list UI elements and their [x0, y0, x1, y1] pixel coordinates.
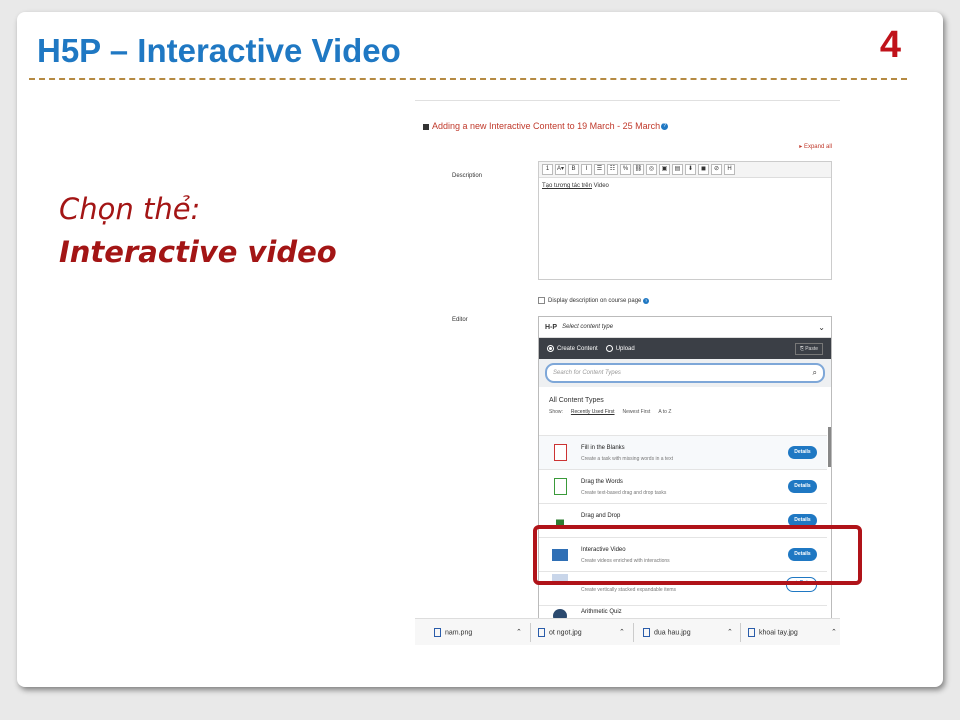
expand-all-label: Expand all	[803, 144, 832, 150]
checkbox-icon[interactable]	[538, 297, 545, 304]
h5p-hub: H-P Select content type ⌄ Create Content…	[538, 316, 832, 645]
form-heading-text: Adding a new Interactive Content to 19 M…	[432, 121, 661, 131]
chevron-up-icon[interactable]: ⌃	[831, 628, 837, 636]
toolbar-button[interactable]: %	[620, 164, 631, 175]
sort-recent[interactable]: Recently Used First	[571, 409, 615, 415]
fill-blanks-icon	[554, 444, 567, 461]
download-name: ot ngot.jpg	[549, 629, 582, 637]
editor-label: Editor	[452, 317, 468, 323]
item-desc: Create text-based drag and drop tasks	[581, 490, 667, 496]
expand-all-link[interactable]: ▸ Expand all	[799, 143, 832, 150]
toolbar-button[interactable]: H	[724, 164, 735, 175]
chevron-up-icon[interactable]: ⌃	[619, 628, 625, 636]
toolbar-button[interactable]: ◎	[646, 164, 657, 175]
toolbar-button[interactable]: ▤	[672, 164, 683, 175]
help-icon[interactable]: ?	[643, 298, 650, 305]
toolbar-button[interactable]: ▣	[659, 164, 670, 175]
paste-button[interactable]: ⎘ Paste	[794, 342, 823, 355]
description-editor[interactable]: 1 A▾ B I ☰ ☷% ⛓ ◎ ▣ ▤ ⬇ ◼ ⊘ H Tạo tương tác trên Vide…	[538, 161, 832, 280]
download-name: nam.png	[445, 629, 473, 637]
toolbar-button[interactable]: 1	[542, 164, 553, 175]
toolbar-button[interactable]: ⬇	[685, 164, 696, 175]
content-type-item[interactable]: Fill in the Blanks Create a task with mi…	[539, 435, 827, 470]
sort-az[interactable]: A to Z	[658, 409, 671, 415]
download-bar: nam.png ⌃ ot ngot.jpg ⌃ dua hau.jpg ⌃ kh…	[415, 618, 840, 645]
instruction-line-2: Interactive video	[59, 235, 337, 269]
hub-tabs: Create Content Upload ⎘ Paste	[539, 338, 831, 359]
sort-options: Show: Recently Used First Newest First A…	[539, 404, 831, 425]
toolbar-button[interactable]: ☰	[594, 164, 605, 175]
description-text-underlined: Tạo tương tác trên	[542, 183, 592, 189]
drag-words-icon	[554, 478, 567, 495]
chevron-up-icon[interactable]: ⌃	[727, 628, 733, 636]
chevron-down-icon[interactable]: ⌄	[818, 323, 825, 332]
file-icon	[434, 628, 441, 637]
search-placeholder: Search for Content Types	[553, 370, 621, 376]
toolbar-button[interactable]: I	[581, 164, 592, 175]
content-type-selector[interactable]: H-P Select content type ⌄	[539, 317, 831, 338]
show-label: Show:	[549, 409, 563, 415]
tab-create-content[interactable]: Create Content	[557, 346, 598, 352]
help-icon[interactable]: ?	[661, 123, 669, 131]
download-name: dua hau.jpg	[654, 629, 691, 637]
sort-newest[interactable]: Newest First	[623, 409, 651, 415]
toolbar-button[interactable]: ⊘	[711, 164, 722, 175]
separator	[633, 623, 634, 642]
download-item[interactable]: nam.png	[434, 628, 472, 637]
separator	[530, 623, 531, 642]
page-number: 4	[879, 24, 901, 66]
display-description-label: Display description on course page	[548, 298, 642, 305]
item-name: Arithmetic Quiz	[581, 609, 622, 615]
download-item[interactable]: dua hau.jpg	[643, 628, 691, 637]
all-content-types-heading: All Content Types	[549, 397, 604, 404]
download-item[interactable]: ot ngot.jpg	[538, 628, 582, 637]
search-input[interactable]: Search for Content Types ⌕	[545, 363, 825, 383]
download-name: khoai tay.jpg	[759, 629, 798, 637]
instruction-line-1: Chọn thẻ:	[59, 192, 201, 226]
file-icon	[538, 628, 545, 637]
item-desc: Create a task with missing words in a te…	[581, 456, 673, 462]
content-type-item[interactable]: Drag the Words Create text-based drag an…	[539, 469, 827, 504]
file-icon	[748, 628, 755, 637]
chevron-up-icon[interactable]: ⌃	[516, 628, 522, 636]
item-name: Drag and Drop	[581, 513, 621, 519]
search-area: Search for Content Types ⌕	[539, 359, 831, 387]
paste-label: Paste	[805, 345, 818, 352]
toolbar-button[interactable]: ◼	[698, 164, 709, 175]
download-item[interactable]: khoai tay.jpg	[748, 628, 798, 637]
separator	[740, 623, 741, 642]
screenshot-top-border	[415, 100, 840, 101]
editor-toolbar: 1 A▾ B I ☰ ☷% ⛓ ◎ ▣ ▤ ⬇ ◼ ⊘ H	[539, 162, 831, 178]
toolbar-button[interactable]: ⛓	[633, 164, 644, 175]
item-name: Fill in the Blanks	[581, 445, 625, 451]
details-button[interactable]: Details	[788, 446, 817, 459]
collapse-icon[interactable]	[423, 123, 429, 130]
search-icon[interactable]: ⌕	[813, 368, 817, 378]
description-label: Description	[452, 173, 483, 179]
toolbar-button[interactable]: A▾	[555, 164, 566, 175]
description-text-rest: Video	[591, 183, 609, 189]
h5p-logo: H-P	[545, 323, 558, 331]
form-heading: Adding a new Interactive Content to 19 M…	[423, 121, 669, 131]
item-name: Drag the Words	[581, 479, 623, 485]
item-desc: Create vertically stacked expandable ite…	[581, 587, 677, 593]
create-content-radio[interactable]	[547, 345, 554, 352]
display-description-checkbox[interactable]: Display description on course page ?	[538, 297, 650, 305]
select-placeholder: Select content type	[562, 324, 614, 330]
highlight-box	[533, 525, 862, 585]
description-text[interactable]: Tạo tương tác trên Video	[539, 178, 831, 194]
instruction-text: Chọn thẻ: Interactive video	[59, 188, 337, 274]
upload-radio[interactable]	[605, 345, 613, 352]
slide-title: H5P – Interactive Video	[37, 32, 401, 69]
title-divider	[29, 78, 907, 80]
toolbar-button[interactable]: B	[568, 164, 579, 175]
tab-upload[interactable]: Upload	[616, 346, 635, 352]
scrollbar[interactable]	[828, 427, 831, 467]
details-button[interactable]: Details	[788, 480, 817, 493]
toolbar-button[interactable]: ☷	[607, 164, 618, 175]
file-icon	[643, 628, 650, 637]
